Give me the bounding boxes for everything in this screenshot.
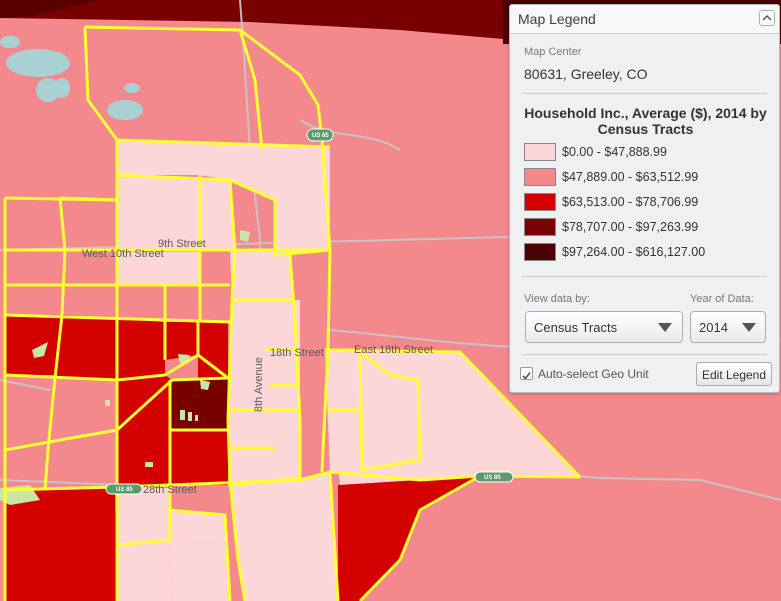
color-swatch [524,193,556,211]
legend-header: Map Legend [510,5,779,34]
legend-bin-4: $97,264.00 - $616,127.00 [524,243,764,263]
map-center-value: 80631, Greeley, CO [524,66,648,82]
year-value: 2014 [699,320,728,335]
svg-text:US 85: US 85 [484,475,501,481]
map-legend-panel: Map Legend Map Center 80631, Greeley, CO… [509,4,780,393]
edit-legend-label: Edit Legend [701,368,767,382]
legend-bin-0: $0.00 - $47,888.99 [524,143,764,163]
tract-bin3[interactable] [170,378,228,430]
street-label-8th-ave: 8th Avenue [253,357,265,412]
color-swatch [524,168,556,186]
auto-select-checkbox[interactable] [520,367,533,380]
legend-bin-3: $78,707.00 - $97,263.99 [524,218,764,238]
street-label-east-18th: East 18th Street [354,344,433,356]
us85-shield-mid: US 85 [105,483,143,495]
us85-shield-bottom: US 85 [474,471,514,483]
street-label-9th: 9th Street [158,238,206,250]
bin-label: $63,513.00 - $78,706.99 [562,195,699,209]
view-by-label: View data by: [524,293,590,305]
color-swatch [524,143,556,161]
svg-text:US 85: US 85 [116,487,133,493]
street-label-18th: 18th Street [270,347,324,359]
bin-label: $47,889.00 - $63,512.99 [562,170,699,184]
view-by-value: Census Tracts [534,320,618,335]
auto-select-label: Auto-select Geo Unit [538,367,649,381]
checkmark-icon [522,372,531,380]
street-label-28th: 28th Street [143,484,197,496]
bin-label: $97,264.00 - $616,127.00 [562,245,706,259]
dropdown-arrow-icon [742,323,756,332]
year-label: Year of Data: [690,293,754,305]
divider [522,276,767,277]
chevron-up-icon [762,14,772,21]
color-swatch [524,243,556,261]
divider [522,354,767,355]
color-swatch [524,218,556,236]
year-select[interactable]: 2014 [690,311,766,343]
legend-bin-1: $47,889.00 - $63,512.99 [524,168,764,188]
data-layer-title: Household Inc., Average ($), 2014 by Cen… [524,105,767,137]
bin-label: $0.00 - $47,888.99 [562,145,667,159]
edit-legend-button[interactable]: Edit Legend [696,362,772,386]
svg-text:US 85: US 85 [312,133,329,139]
map-center-label: Map Center [524,46,582,58]
collapse-legend-button[interactable] [759,10,775,26]
bin-label: $78,707.00 - $97,263.99 [562,220,699,234]
divider [522,93,767,94]
legend-title: Map Legend [518,11,596,27]
dropdown-arrow-icon [658,323,672,332]
street-label-west-10th: West 10th Street [82,248,164,260]
view-by-select[interactable]: Census Tracts [525,311,683,343]
us85-shield-top: US 85 [306,128,334,142]
legend-bin-2: $63,513.00 - $78,706.99 [524,193,764,213]
